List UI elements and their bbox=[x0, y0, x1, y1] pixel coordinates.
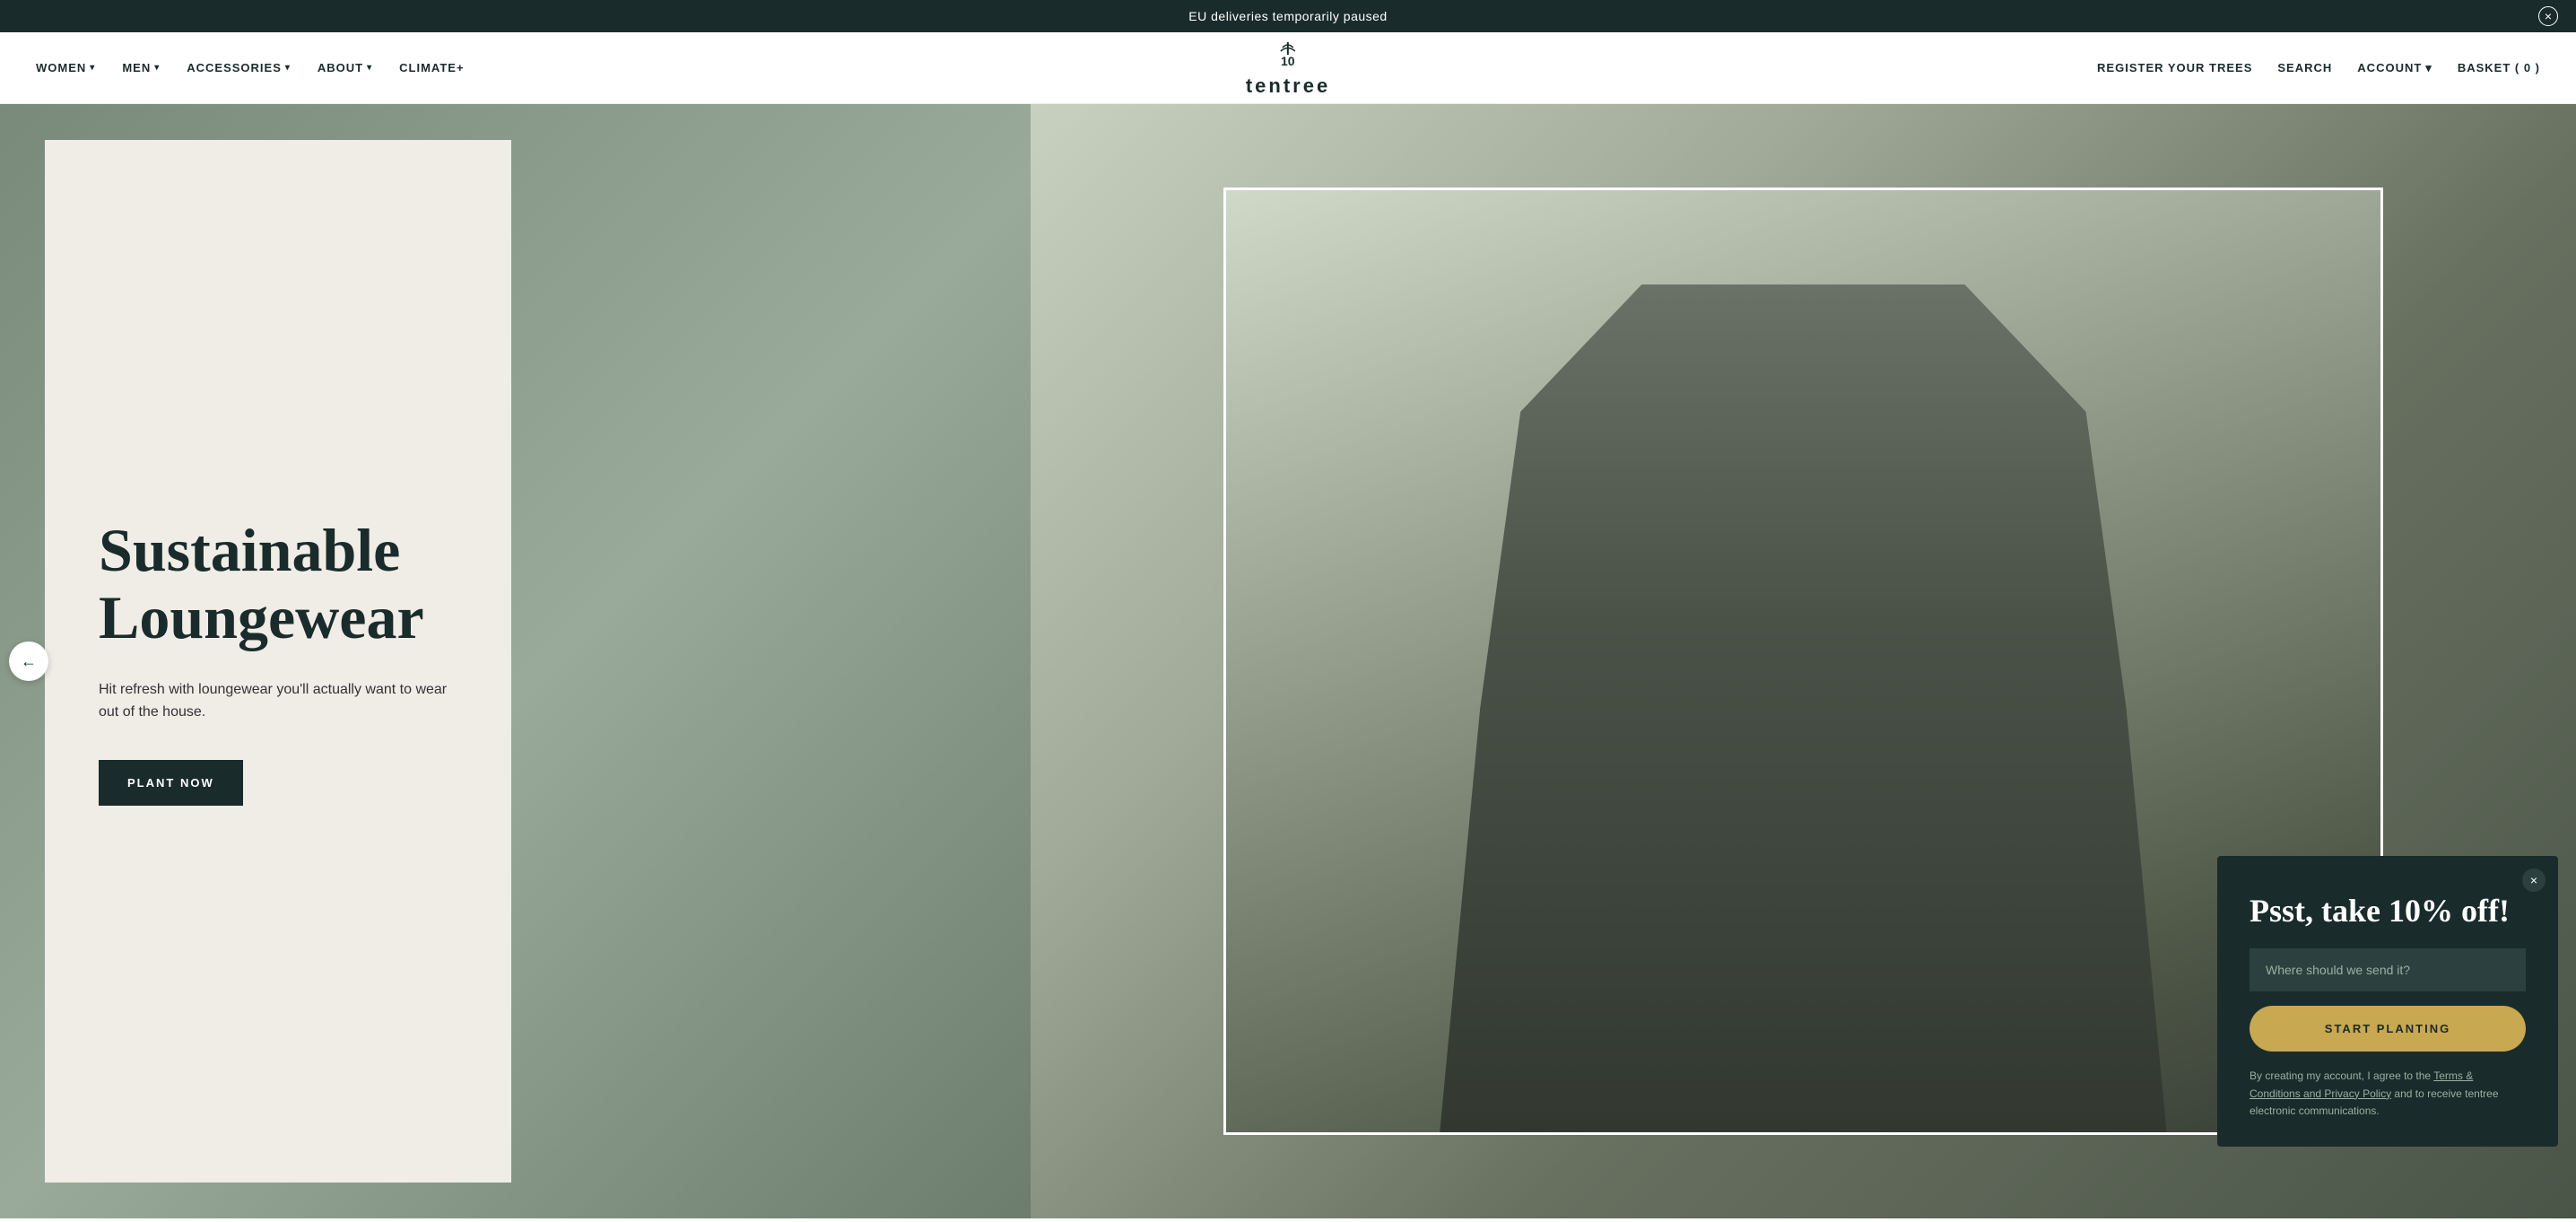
nav-item-search[interactable]: SEARCH bbox=[2277, 61, 2332, 74]
popup-close-button[interactable]: × bbox=[2522, 868, 2546, 892]
plant-now-button[interactable]: PLANT NOW bbox=[99, 760, 243, 806]
chevron-down-icon: ▾ bbox=[285, 63, 291, 73]
popup-title: Psst, take 10% off! bbox=[2250, 892, 2526, 930]
hero-content-panel: Sustainable Loungewear Hit refresh with … bbox=[45, 140, 511, 1183]
chevron-down-icon: ▾ bbox=[154, 63, 160, 73]
svg-text:10: 10 bbox=[1281, 54, 1295, 68]
nav-item-basket[interactable]: BASKET ( 0 ) bbox=[2458, 61, 2540, 74]
email-input[interactable] bbox=[2250, 948, 2526, 991]
discount-popup: × Psst, take 10% off! START PLANTING By … bbox=[2217, 856, 2558, 1147]
nav-item-climate[interactable]: CLIMATE+ bbox=[399, 61, 464, 74]
hero-subtitle: Hit refresh with loungewear you'll actua… bbox=[99, 678, 457, 724]
nav-item-men[interactable]: MEN ▾ bbox=[122, 61, 160, 74]
nav-item-account[interactable]: ACCOUNT ▾ bbox=[2357, 61, 2432, 75]
logo-icon: 10 bbox=[1270, 40, 1306, 76]
nav-left: WOMEN ▾ MEN ▾ ACCESSORIES ▾ ABOUT ▾ CLIM… bbox=[36, 61, 465, 74]
chevron-down-icon: ▾ bbox=[367, 63, 372, 73]
logo[interactable]: 10 tentree bbox=[1246, 40, 1330, 96]
hero-section: Sustainable Loungewear Hit refresh with … bbox=[0, 104, 2576, 1218]
hero-title: Sustainable Loungewear bbox=[99, 517, 457, 651]
logo-brand-text: tentree bbox=[1246, 76, 1330, 96]
announcement-bar: EU deliveries temporarily paused × bbox=[0, 0, 2576, 32]
nav-item-register-trees[interactable]: REGISTER YOUR TREES bbox=[2097, 61, 2252, 74]
nav-item-about[interactable]: ABOUT ▾ bbox=[318, 61, 372, 74]
chevron-down-icon: ▾ bbox=[2425, 61, 2432, 75]
announcement-text: EU deliveries temporarily paused bbox=[1188, 9, 1387, 23]
popup-legal-text: By creating my account, I agree to the T… bbox=[2250, 1068, 2526, 1120]
header: WOMEN ▾ MEN ▾ ACCESSORIES ▾ ABOUT ▾ CLIM… bbox=[0, 32, 2576, 104]
person-silhouette bbox=[1399, 284, 2206, 1132]
nav-item-accessories[interactable]: ACCESSORIES ▾ bbox=[187, 61, 291, 74]
prev-arrow-button[interactable]: ← bbox=[9, 642, 48, 681]
nav-item-women[interactable]: WOMEN ▾ bbox=[36, 61, 95, 74]
nav-right: REGISTER YOUR TREES SEARCH ACCOUNT ▾ BAS… bbox=[2097, 61, 2540, 75]
announcement-close-button[interactable]: × bbox=[2538, 6, 2558, 26]
start-planting-button[interactable]: START PLANTING bbox=[2250, 1006, 2526, 1052]
hero-image bbox=[1223, 188, 2382, 1135]
chevron-down-icon: ▾ bbox=[90, 63, 95, 73]
